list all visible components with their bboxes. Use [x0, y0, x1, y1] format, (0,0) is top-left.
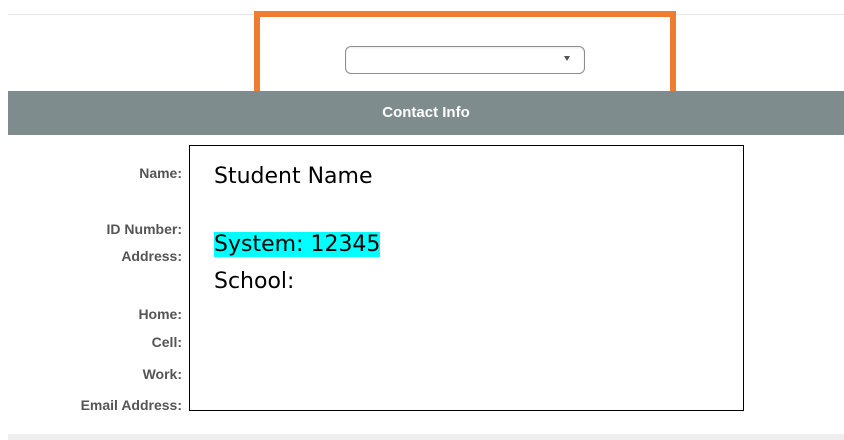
email-address-label: Email Address:: [80, 397, 182, 413]
contact-info-header: Contact Info: [8, 91, 844, 135]
id-number-label: ID Number:: [106, 221, 182, 237]
address-label: Address:: [121, 248, 182, 264]
home-label: Home:: [138, 306, 182, 322]
bottom-divider: [8, 434, 844, 440]
school-text: School:: [214, 269, 295, 294]
system-id-highlight: System: 12345: [214, 232, 381, 257]
cell-label: Cell:: [151, 334, 182, 350]
section-title: Contact Info: [382, 104, 470, 121]
name-label: Name:: [139, 165, 182, 181]
student-contact-page: Contact Info Name: ID Number: Address: H…: [0, 0, 844, 440]
system-id-line: System: 12345: [214, 232, 381, 257]
student-name-text: Student Name: [214, 164, 373, 189]
redaction-overlay-box: Student Name System: 12345 School:: [189, 145, 744, 411]
work-label: Work:: [142, 366, 182, 382]
